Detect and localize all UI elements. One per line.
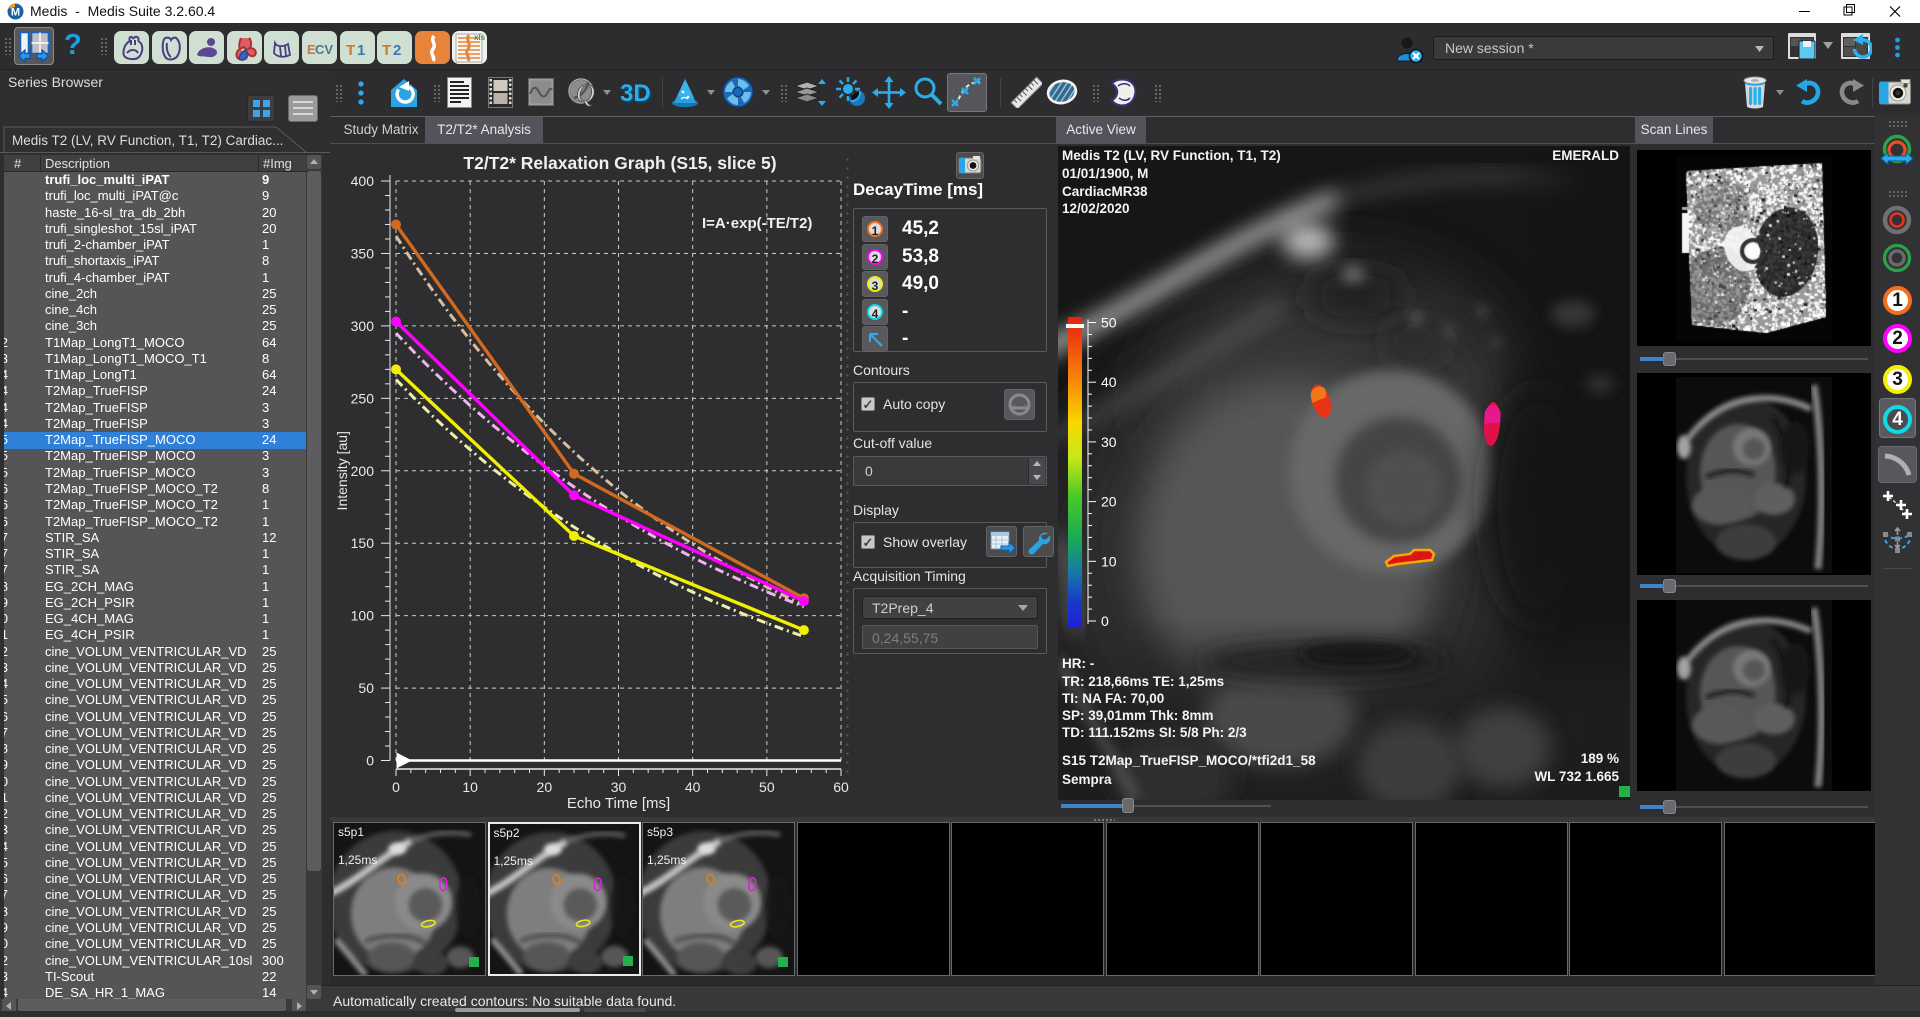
svg-text:Medis T2 (LV, RV Function, T1,: Medis T2 (LV, RV Function, T1, T2) Cardi… — [12, 133, 283, 148]
svg-text:30: 30 — [1101, 434, 1117, 450]
svg-text:WL 732 1.665: WL 732 1.665 — [1534, 769, 1619, 784]
svg-text:40: 40 — [685, 779, 701, 795]
svg-text:01/01/1900, M: 01/01/1900, M — [1062, 166, 1148, 181]
svg-text:30: 30 — [611, 779, 627, 795]
svg-text:0: 0 — [1101, 613, 1109, 629]
svg-text:S15 T2Map_TrueFISP_MOCO/*tfi2d: S15 T2Map_TrueFISP_MOCO/*tfi2d1_58 — [1062, 753, 1316, 768]
svg-text:Intensity [au]: Intensity [au] — [334, 431, 350, 510]
svg-text:20: 20 — [1101, 494, 1117, 510]
svg-text:12/02/2020: 12/02/2020 — [1062, 201, 1130, 216]
svg-text:189 %: 189 % — [1581, 751, 1619, 766]
svg-text:T: T — [382, 42, 391, 59]
svg-text:150: 150 — [351, 535, 375, 551]
svg-text:350: 350 — [351, 245, 375, 261]
svg-text:EMERALD: EMERALD — [1552, 148, 1619, 163]
svg-text:M: M — [11, 7, 20, 19]
svg-text:CV: CV — [315, 42, 333, 57]
svg-text:20: 20 — [537, 779, 553, 795]
svg-text:250: 250 — [351, 390, 375, 406]
svg-text:0: 0 — [366, 753, 374, 769]
svg-text:50: 50 — [358, 680, 374, 696]
svg-text:TI: NA FA: 70,00: TI: NA FA: 70,00 — [1062, 691, 1164, 706]
svg-text:50: 50 — [759, 779, 775, 795]
svg-text:Medis T2 (LV, RV Function, T1,: Medis T2 (LV, RV Function, T1, T2) — [1062, 148, 1281, 163]
svg-text:100: 100 — [351, 608, 375, 624]
svg-text:HR: -: HR: - — [1062, 656, 1094, 671]
svg-text:200: 200 — [351, 463, 375, 479]
svg-text:I=A·exp(-TE/T2): I=A·exp(-TE/T2) — [702, 215, 812, 232]
svg-text:10: 10 — [1101, 553, 1117, 569]
svg-text:400: 400 — [351, 173, 375, 189]
svg-text:Echo Time [ms]: Echo Time [ms] — [567, 795, 670, 812]
svg-text:T: T — [346, 42, 355, 59]
svg-text:1: 1 — [357, 42, 365, 59]
svg-text:SP: 39,01mm Thk: 8mm: SP: 39,01mm Thk: 8mm — [1062, 708, 1214, 723]
svg-text:60: 60 — [833, 779, 849, 795]
svg-text:CardiacMR38: CardiacMR38 — [1062, 184, 1148, 199]
svg-text:10: 10 — [462, 779, 478, 795]
svg-text:xls: xls — [474, 33, 486, 42]
svg-text:T2/T2* Relaxation Graph (S15,: T2/T2* Relaxation Graph (S15, slice 5) — [463, 153, 776, 173]
svg-text:2: 2 — [393, 42, 401, 59]
svg-text:Q: Q — [576, 79, 595, 108]
svg-text:50: 50 — [1101, 315, 1117, 331]
svg-text:40: 40 — [1101, 374, 1117, 390]
svg-text:TR: 218,66ms TE: 1,25ms: TR: 218,66ms TE: 1,25ms — [1062, 674, 1224, 689]
svg-text:TD: 111.152ms SI: 5/8 Ph: 2/3: TD: 111.152ms SI: 5/8 Ph: 2/3 — [1062, 725, 1247, 740]
svg-text:300: 300 — [351, 318, 375, 334]
svg-text:0: 0 — [392, 779, 400, 795]
svg-text:Sempra: Sempra — [1062, 772, 1112, 787]
